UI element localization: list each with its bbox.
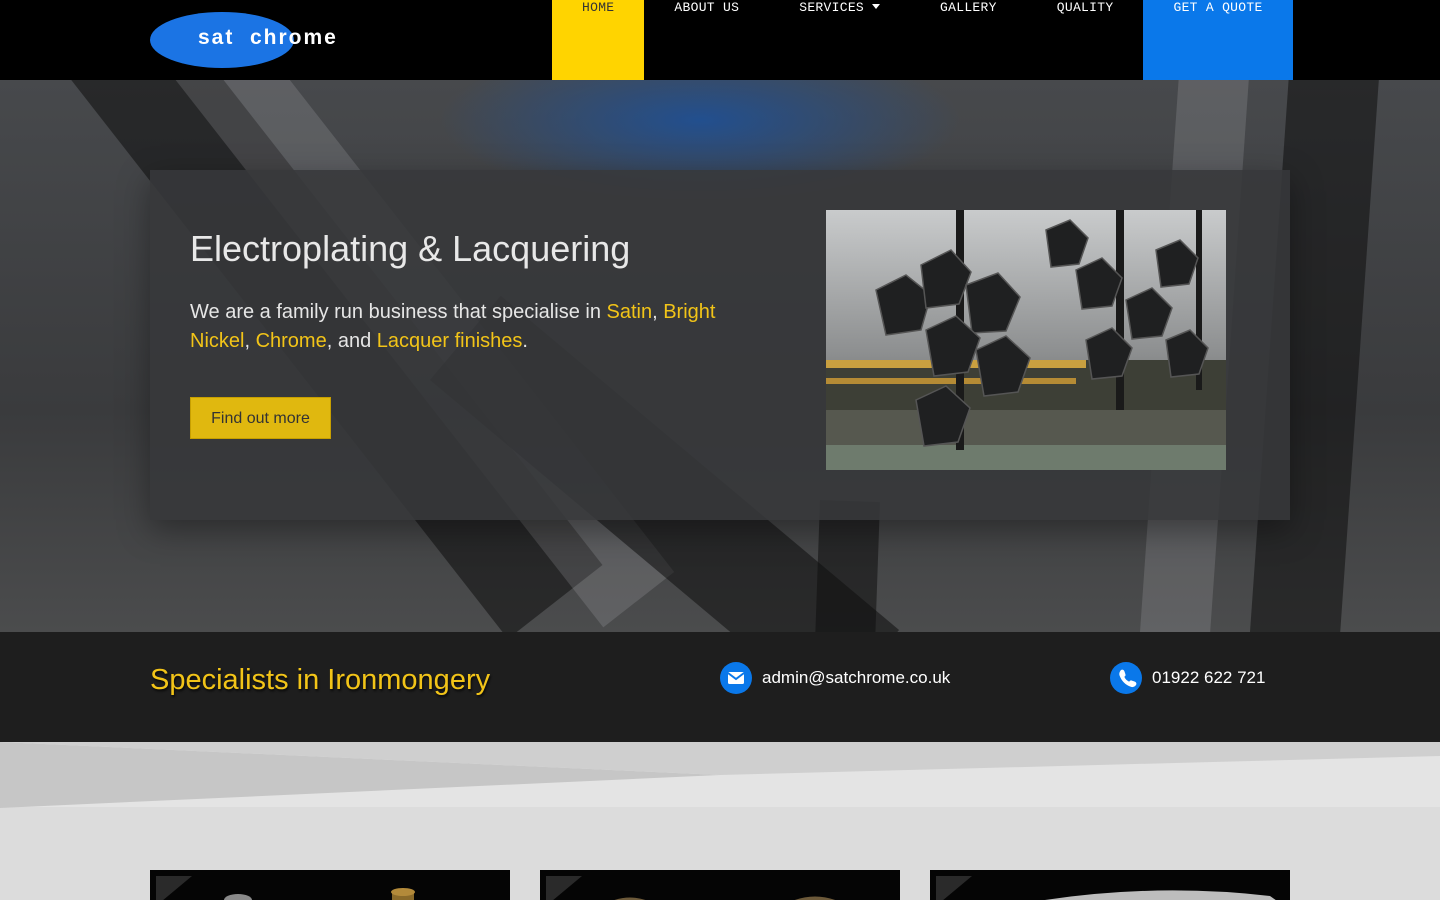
- nav-gallery[interactable]: GALLERY: [910, 0, 1027, 80]
- logo-text-chrome: chrome: [250, 26, 338, 49]
- nav-get-a-quote[interactable]: GET A QUOTE: [1143, 0, 1293, 80]
- hero-card: Electroplating & Lacquering We are a fam…: [150, 170, 1290, 520]
- hero-text-part: We are a family run business that specia…: [190, 301, 607, 323]
- main-nav: HOME ABOUT US SERVICES GALLERY QUALITY G…: [552, 0, 1293, 80]
- hero-text-part: ,: [652, 301, 664, 323]
- nav-services[interactable]: SERVICES: [769, 0, 910, 80]
- specialists-tagline: Specialists in Ironmongery: [150, 664, 491, 696]
- phone-contact[interactable]: 01922 622 721: [1110, 662, 1265, 694]
- email-address: admin@satchrome.co.uk: [762, 668, 951, 687]
- envelope-glyph: [727, 672, 745, 684]
- contact-info-bar: Specialists in Ironmongery admin@satchro…: [0, 632, 1440, 742]
- hero-highlight-satin: Satin: [606, 301, 653, 323]
- product-image: [224, 888, 415, 900]
- satchrome-logo[interactable]: sat chrome: [150, 12, 350, 68]
- envelope-icon: [720, 662, 752, 694]
- logo-text-sat: sat: [198, 26, 235, 49]
- phone-glyph: [1119, 669, 1137, 688]
- hero-text-part: , and: [326, 330, 377, 352]
- product-image: [614, 896, 836, 900]
- hero-text-part: .: [522, 330, 528, 352]
- plating-rack-photo: [826, 210, 1226, 470]
- nav-about-us[interactable]: ABOUT US: [644, 0, 769, 80]
- nav-services-label: SERVICES: [799, 0, 865, 15]
- plating-rack-illustration: [826, 210, 1226, 470]
- chevron-down-icon: [872, 4, 881, 9]
- hero-description: We are a family run business that specia…: [190, 298, 780, 356]
- hero-highlight-chrome: Chrome: [255, 330, 327, 352]
- hero-section: Electroplating & Lacquering We are a fam…: [0, 80, 1440, 632]
- hero-text-part: ,: [244, 330, 256, 352]
- nav-quality[interactable]: QUALITY: [1027, 0, 1144, 80]
- section-divider-shape: [0, 742, 1440, 808]
- hero-title: Electroplating & Lacquering: [190, 228, 631, 269]
- find-out-more-button[interactable]: Find out more: [190, 397, 331, 439]
- product-tile[interactable]: [540, 870, 900, 900]
- product-tile[interactable]: [930, 870, 1290, 900]
- hero-highlight-lacquer: Lacquer finishes: [376, 330, 523, 352]
- nav-home[interactable]: HOME: [552, 0, 645, 80]
- products-section: [0, 742, 1440, 900]
- phone-number: 01922 622 721: [1152, 668, 1266, 687]
- product-tile[interactable]: [150, 870, 510, 900]
- product-image: [1045, 890, 1276, 900]
- phone-icon: [1110, 662, 1142, 694]
- email-contact[interactable]: admin@satchrome.co.uk: [720, 662, 950, 694]
- top-navigation-bar: sat chrome HOME ABOUT US SERVICES GALLER…: [0, 0, 1440, 80]
